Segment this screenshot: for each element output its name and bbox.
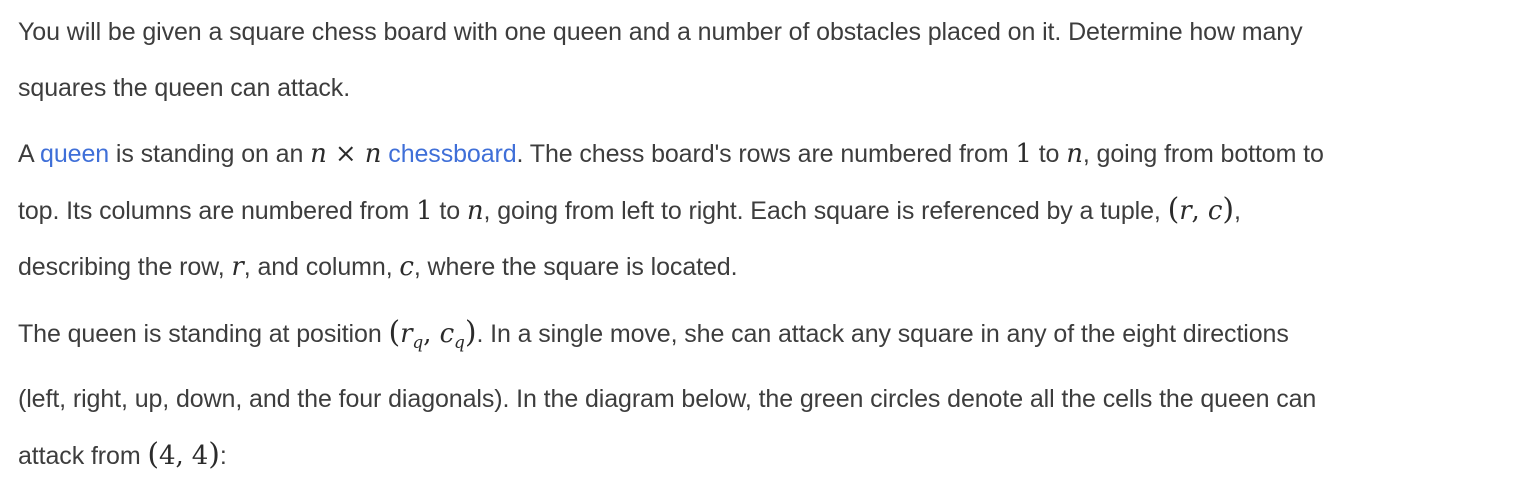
text: ,	[1233, 197, 1241, 225]
math-r: r	[231, 252, 244, 282]
math-comma: ,	[423, 319, 440, 349]
math-n: n	[466, 196, 484, 226]
text: to	[1031, 140, 1067, 168]
math-one: 1	[1015, 139, 1032, 169]
math-c: c	[439, 319, 455, 349]
math-c: c	[1207, 196, 1223, 226]
text: to	[432, 197, 467, 225]
text: attack from	[18, 442, 148, 470]
text: . The chess board's rows are numbered fr…	[516, 140, 1016, 168]
queen-link[interactable]: queen	[40, 140, 109, 168]
text: . In a single move, she can attack any s…	[476, 320, 1289, 348]
math-point: 4, 4	[159, 441, 209, 471]
text: , where the square is located.	[413, 253, 738, 281]
math-paren: (	[388, 315, 401, 350]
text: top. Its columns are numbered from	[18, 197, 417, 225]
math-one: 1	[416, 196, 433, 226]
math-subscript: q	[454, 333, 465, 353]
text: The queen is standing at position	[18, 320, 389, 348]
math-paren: (	[1167, 192, 1180, 227]
intro-paragraph: You will be given a square chess board w…	[18, 4, 1518, 116]
text: A	[18, 140, 41, 168]
chessboard-link[interactable]: chessboard	[388, 140, 516, 168]
text: , going from bottom to	[1082, 140, 1324, 168]
math-paren: (	[147, 437, 160, 472]
problem-description: You will be given a square chess board w…	[18, 4, 1518, 494]
math-paren: )	[464, 315, 477, 350]
math-paren: )	[208, 437, 220, 472]
queen-moves-paragraph: The queen is standing at position (rq, c…	[18, 305, 1518, 484]
intro-line-2: squares the queen can attack.	[18, 74, 351, 102]
math-subscript: q	[412, 333, 424, 353]
math-r: r	[400, 319, 413, 349]
math-c: c	[399, 252, 414, 282]
math-r: r	[1179, 196, 1192, 226]
text: , and column,	[243, 253, 400, 281]
math-comma: ,	[1191, 196, 1208, 226]
math-n: n	[1066, 139, 1083, 169]
text: :	[219, 442, 227, 470]
board-description-paragraph: A queen is standing on an n × n chessboa…	[18, 126, 1518, 295]
text: is standing on an	[109, 140, 311, 168]
math-paren: )	[1222, 192, 1234, 227]
text: describing the row,	[18, 253, 232, 281]
math-times: ×	[326, 139, 365, 169]
intro-line-1: You will be given a square chess board w…	[18, 18, 1303, 46]
math-n: n	[364, 139, 382, 169]
math-n: n	[310, 139, 327, 169]
text: (left, right, up, down, and the four dia…	[18, 385, 1317, 413]
text: , going from left to right. Each square …	[483, 197, 1168, 225]
